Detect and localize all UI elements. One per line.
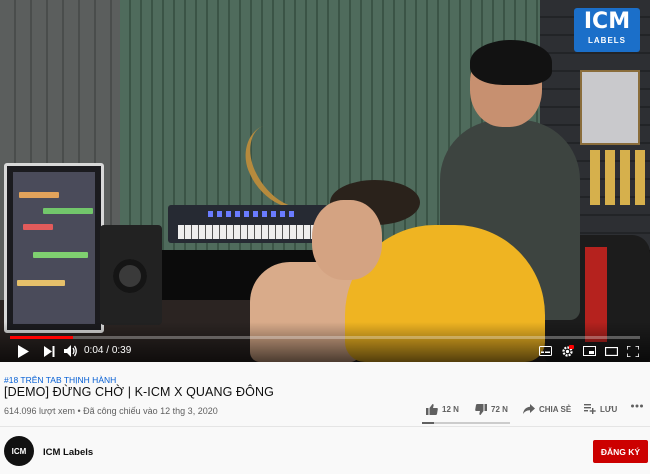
more-actions-button[interactable] bbox=[631, 404, 643, 408]
like-ratio-fill bbox=[422, 422, 435, 424]
thumbs-down-icon bbox=[475, 404, 487, 415]
channel-avatar[interactable]: ICM bbox=[4, 436, 34, 466]
miniplayer-button[interactable] bbox=[580, 342, 598, 360]
theater-mode-button[interactable] bbox=[602, 342, 620, 360]
watermark-text: ICM bbox=[583, 9, 631, 34]
subscribe-button[interactable]: ĐĂNG KÝ bbox=[593, 440, 648, 463]
save-button[interactable]: LƯU bbox=[584, 404, 617, 414]
share-label: CHIA SẺ bbox=[539, 404, 572, 414]
scene-monitor bbox=[4, 163, 104, 333]
video-info: #18 TRÊN TAB THỊNH HÀNH [DEMO] ĐỪNG CHỜ … bbox=[0, 362, 650, 474]
thumbs-up-icon bbox=[426, 404, 438, 415]
dislike-count: 72 N bbox=[491, 405, 508, 414]
time-display: 0:04 / 0:39 bbox=[84, 345, 131, 356]
scene-singer-hair bbox=[470, 40, 552, 85]
time-current: 0:04 bbox=[84, 345, 104, 356]
fullscreen-button[interactable] bbox=[624, 342, 642, 360]
fullscreen-icon bbox=[627, 345, 639, 357]
subtitles-button[interactable] bbox=[536, 342, 554, 360]
like-dislike-ratio-bar bbox=[422, 422, 510, 424]
progress-bar-played bbox=[10, 336, 73, 339]
scene-synthesizer bbox=[168, 205, 328, 243]
like-count: 12 N bbox=[442, 405, 459, 414]
theater-icon bbox=[604, 346, 618, 356]
video-title: [DEMO] ĐỪNG CHỜ | K-ICM X QUANG ĐÔNG bbox=[4, 385, 274, 399]
watermark-subtext: LABELS bbox=[588, 36, 626, 45]
video-player[interactable]: ICM LABELS 0:04 / 0:39 bbox=[0, 0, 650, 362]
avatar-text: ICM bbox=[11, 446, 27, 456]
save-label: LƯU bbox=[600, 404, 618, 414]
settings-button[interactable] bbox=[558, 342, 576, 360]
divider bbox=[0, 426, 650, 427]
time-total: 0:39 bbox=[111, 345, 132, 356]
share-icon bbox=[523, 404, 535, 414]
subtitles-icon bbox=[538, 346, 552, 356]
channel-name-link[interactable]: ICM Labels bbox=[43, 447, 93, 458]
settings-icon bbox=[561, 344, 574, 357]
miniplayer-icon bbox=[582, 346, 596, 356]
time-separator: / bbox=[106, 345, 110, 356]
youtube-watch-page: ICM LABELS 0:04 / 0:39 #18 TRÊN TAB THỊN… bbox=[0, 0, 650, 474]
channel-watermark-logo[interactable]: ICM LABELS bbox=[574, 8, 640, 52]
scene-trophies bbox=[590, 150, 648, 205]
scene-play-button-award bbox=[580, 70, 640, 145]
next-button[interactable] bbox=[40, 342, 58, 360]
volume-icon bbox=[64, 345, 77, 357]
play-button[interactable] bbox=[14, 342, 32, 360]
like-button[interactable]: 12 N bbox=[426, 404, 459, 415]
scene-speaker bbox=[100, 225, 162, 325]
scene-producer-head bbox=[312, 200, 382, 280]
dislike-button[interactable]: 72 N bbox=[475, 404, 508, 415]
share-button[interactable]: CHIA SẺ bbox=[523, 404, 571, 414]
video-meta: 614.096 lượt xem • Đã công chiếu vào 12 … bbox=[4, 406, 218, 416]
play-icon bbox=[18, 344, 29, 358]
add-to-playlist-icon bbox=[584, 404, 596, 414]
progress-bar[interactable] bbox=[10, 336, 640, 339]
more-horizontal-icon bbox=[631, 404, 643, 408]
video-frame bbox=[0, 0, 650, 362]
volume-button[interactable] bbox=[62, 342, 80, 360]
trending-hashtag-link[interactable]: #18 TRÊN TAB THỊNH HÀNH bbox=[4, 375, 116, 385]
next-icon bbox=[43, 345, 54, 357]
